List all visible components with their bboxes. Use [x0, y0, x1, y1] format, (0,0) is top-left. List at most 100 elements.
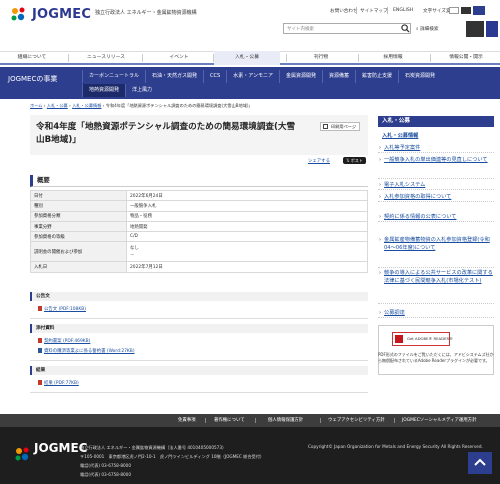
sidebar-heading[interactable]: 入札・公募 — [378, 116, 494, 127]
gnav-item-publications[interactable]: 刊行物 — [288, 51, 354, 65]
sidebar-current-item[interactable]: 入札・公募情報 — [378, 131, 494, 141]
sidebar-item[interactable]: 金属鉱産物備蓄物資の入札参加資格登録(令和04〜06年度)について — [378, 236, 494, 268]
sidebar-item[interactable]: 競争の導入による公共サービスの改革に関する法律に基づく民間競争入札(市場化テスト… — [378, 269, 494, 304]
advanced-search-link[interactable]: ⌕ 詳細検索 — [416, 26, 438, 32]
english-link[interactable]: ENGLISH — [393, 8, 413, 13]
subnav-item-carbon-neutral[interactable]: カーボンニュートラル — [82, 70, 145, 83]
row-value: なし － — [126, 241, 368, 263]
sns-facebook-icon[interactable] — [486, 21, 498, 37]
footer-link-privacy[interactable]: 個人情報保護方針 — [268, 414, 303, 427]
advanced-search-label: 詳細検索 — [420, 27, 439, 32]
attachment-link[interactable]: 契約書案 (PDF:469KB) — [38, 338, 90, 344]
subnav-item-mine-pollution[interactable]: 鉱害防止支援 — [355, 70, 398, 83]
result-file-label[interactable]: 結果 (PDF:77KB) — [44, 381, 79, 386]
printer-icon — [323, 124, 328, 129]
logo-text[interactable]: JOGMEC — [32, 7, 91, 22]
notice-heading: 公告文 — [30, 292, 368, 301]
jogmec-logo-icon[interactable] — [10, 6, 28, 24]
search-icon: ⌕ — [416, 27, 419, 32]
row-key: 入札日 — [30, 261, 127, 273]
attachment-label[interactable]: 資料の購済等業よに係る誓約書 (Word:27KB) — [44, 349, 135, 354]
attachments-heading: 添付資料 — [30, 324, 368, 333]
table-row: 入札日 2022年7月12日 — [30, 261, 368, 273]
gnav-item-disclosure[interactable]: 情報公開・開示 — [432, 51, 500, 65]
subnav-item-metals[interactable]: 金属資源開発 — [279, 70, 322, 83]
gnav-item-events[interactable]: イベント — [146, 51, 212, 65]
pdf-icon — [38, 338, 42, 343]
breadcrumb-bidding[interactable]: 入札・公募 — [47, 103, 68, 108]
divider — [205, 418, 206, 423]
divider — [394, 418, 395, 423]
breadcrumb-home[interactable]: ホーム — [30, 103, 42, 108]
adobe-icon — [395, 335, 403, 343]
page-top-button[interactable] — [468, 452, 492, 474]
row-key: 事業分野 — [30, 220, 127, 233]
font-size-large-button[interactable] — [473, 6, 485, 15]
page-title: 令和4年度「地熱資源ポテンシャル調査のための簡易環境調査(大雪山B地域)」 — [36, 122, 296, 145]
row-value: 物品・役務 — [126, 210, 368, 222]
subnav-item-geothermal[interactable]: 地熱資源開発 — [82, 84, 126, 97]
business-nav-row2: 地熱資源開発 洋上風力 — [82, 84, 158, 97]
divider — [30, 360, 368, 361]
notice-file-link[interactable]: 公告文 (PDF:108KB) — [38, 306, 86, 312]
gnav-item-bidding[interactable]: 入札・公募 — [214, 51, 280, 65]
arrow-up-icon — [474, 458, 486, 466]
overview-heading: 概要 — [30, 175, 368, 187]
footer-link-social-media[interactable]: JOGMECソーシャルメディア運用方針 — [402, 414, 476, 427]
sidebar-item[interactable]: 入札等予定案件 — [378, 144, 494, 154]
result-file-link[interactable]: 結果 (PDF:77KB) — [38, 380, 79, 386]
row-value: 一般競争入札 — [126, 200, 368, 212]
sidebar-item[interactable]: 一般競争入札の単出価連等の見直しについて — [378, 156, 494, 179]
subnav-item-hydrogen[interactable]: 水素・アンモニア — [226, 70, 279, 83]
table-row: 参加資格の等級 C/D — [30, 231, 368, 243]
sitemap-link[interactable]: サイトマップ — [360, 8, 388, 14]
breadcrumb: ホーム › 入札・公募 › 入札・公募情報 › 令和4年度「地熱資源ポテンシャル… — [30, 103, 253, 108]
font-size-small-button[interactable] — [449, 7, 459, 14]
notice-file-label[interactable]: 公告文 (PDF:108KB) — [44, 307, 86, 312]
footer-link-accessibility[interactable]: ウェブアクセシビリティ方針 — [328, 414, 385, 427]
sidebar-item[interactable]: 契約に係る情報の公表について — [378, 213, 494, 223]
font-size-medium-button[interactable] — [461, 7, 471, 14]
divider — [30, 318, 368, 319]
x-post-label: ポスト — [350, 158, 363, 163]
subnav-item-coal[interactable]: 石炭資源開発 — [398, 70, 441, 83]
sns-x-icon[interactable] — [466, 21, 484, 37]
pdf-icon — [38, 380, 42, 385]
sidebar-item[interactable]: 公募調達 — [378, 309, 494, 319]
subnav-item-ccs[interactable]: CCS — [203, 70, 226, 83]
footer-link-copyright[interactable]: 著作権について — [214, 414, 245, 427]
table-row: 説明会の開催および参加 なし － — [30, 241, 368, 263]
divider — [356, 7, 357, 14]
subnav-item-stockpiling[interactable]: 資源備蓄 — [322, 70, 355, 83]
gnav-item-about[interactable]: 組織について — [0, 51, 64, 65]
attachment-label[interactable]: 契約書案 (PDF:469KB) — [44, 339, 90, 344]
divider — [358, 54, 359, 62]
footer-link-disclaimer[interactable]: 免責事項 — [178, 414, 196, 427]
attachment-link[interactable]: 資料の購済等業よに係る誓約書 (Word:27KB) — [38, 348, 135, 354]
subnav-item-offshore-wind[interactable]: 洋上風力 — [125, 84, 158, 97]
subnav-item-oil-gas[interactable]: 石油・天然ガス開発 — [145, 70, 203, 83]
row-value: C/D — [126, 231, 368, 243]
breadcrumb-bidding-info[interactable]: 入札・公募情報 — [72, 103, 101, 108]
share-link[interactable]: シェアする — [308, 158, 330, 164]
breadcrumb-current: 令和4年度「地熱資源ポテンシャル調査のための簡易環境調査(大雪山B地域)」 — [105, 103, 253, 108]
row-key: 参加資格の等級 — [30, 231, 127, 243]
divider — [387, 7, 388, 14]
footer-address-line: 電話(代表) 03-6758-8000 — [80, 472, 132, 477]
pdf-icon — [38, 306, 42, 311]
gnav-item-news[interactable]: ニュースリリース — [72, 51, 140, 65]
row-value: 2022年6月24日 — [126, 189, 368, 202]
divider — [286, 54, 287, 62]
search-placeholder: サイト内検索 — [287, 27, 314, 32]
search-icon[interactable] — [401, 24, 410, 33]
table-row: 種別 一般競争入札 — [30, 200, 368, 212]
x-post-button[interactable]: 𝕏 ポスト — [343, 157, 366, 164]
contact-link[interactable]: お問い合わせ — [330, 8, 358, 14]
sidebar-item[interactable]: 電子入札システム — [378, 181, 494, 191]
sidebar-item[interactable]: 入札参加資格の取得について — [378, 193, 494, 203]
jogmec-logo-icon — [15, 447, 29, 461]
word-icon — [38, 348, 42, 353]
gnav-item-recruit[interactable]: 採用情報 — [360, 51, 426, 65]
divider — [430, 54, 431, 62]
row-key: 種別 — [30, 200, 127, 212]
